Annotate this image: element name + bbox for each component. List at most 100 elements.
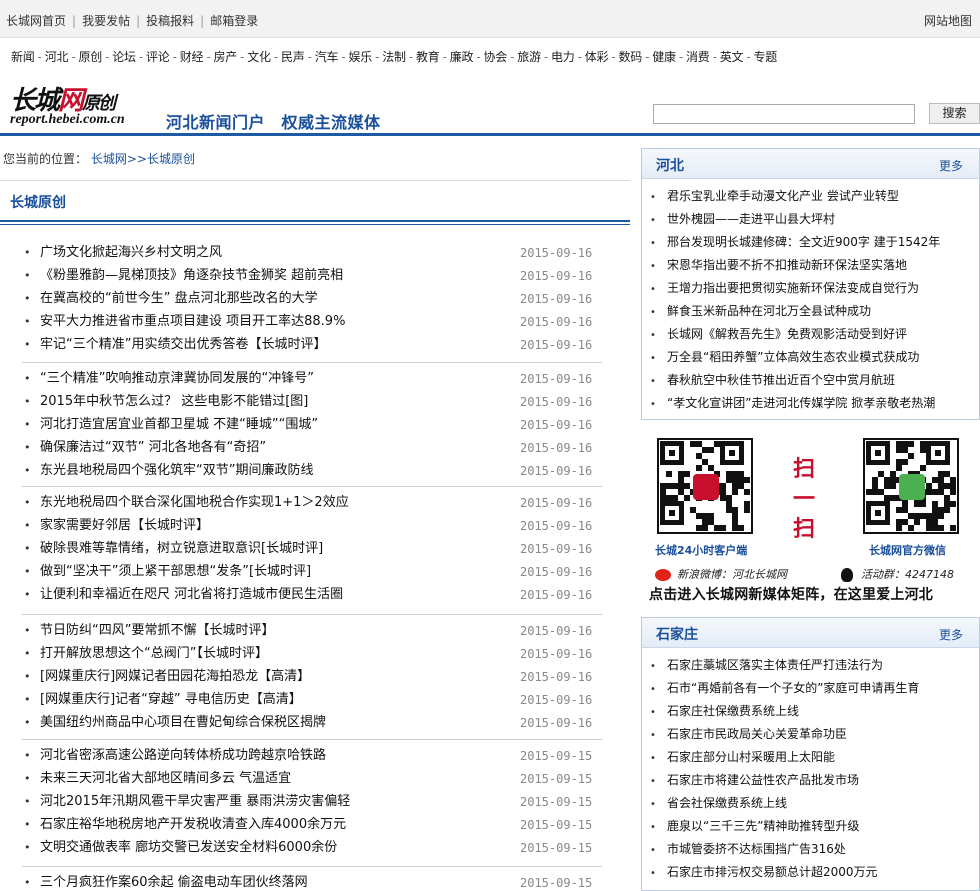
side-news-title[interactable]: “孝文化宣讲团”走进河北传媒学院 掀孝亲敬老热潮 — [667, 396, 935, 410]
nav-item[interactable]: 河北 — [45, 50, 69, 64]
hebei-more-link[interactable]: 更多 — [939, 157, 963, 174]
nav-item[interactable]: 健康 — [652, 50, 676, 64]
news-title[interactable]: 河北2015年汛期风雹干旱灾害严重 暴雨洪涝灾害偏轻 — [40, 791, 350, 813]
news-item[interactable]: • 节日防纠“四风”要常抓不懈【长城时评】 2015-09-16 — [24, 620, 604, 642]
side-news-title[interactable]: 石家庄市排污权交易额总计超2000万元 — [667, 865, 878, 879]
news-title[interactable]: 三个月疯狂作案60余起 偷盗电动车团伙终落网 — [40, 872, 308, 891]
side-news-item[interactable]: • 万全县“稻田养蟹”立体高效生态农业模式获成功 — [650, 346, 919, 368]
news-title[interactable]: 文明交通做表率 廊坊交警已发送安全材料6000余份 — [40, 837, 337, 859]
news-item[interactable]: • 河北省密涿高速公路逆向转体桥成功跨越京哈铁路 2015-09-15 — [24, 745, 604, 767]
side-news-item[interactable]: • 石家庄市民政局关心关爱革命功臣 — [650, 723, 847, 745]
news-item[interactable]: • 做到“坚决干”须上紧干部思想“发条”[长城时评] 2015-09-16 — [24, 561, 604, 583]
sjz-more-link[interactable]: 更多 — [939, 626, 963, 643]
hebei-box-title[interactable]: 河北 — [656, 155, 684, 175]
search-button[interactable]: 搜索 — [929, 103, 980, 124]
news-item[interactable]: • 家家需要好邻居【长城时评】 2015-09-16 — [24, 515, 604, 537]
news-item[interactable]: • 未来三天河北省大部地区晴间多云 气温适宜 2015-09-15 — [24, 768, 604, 790]
side-news-item[interactable]: • 长城网《解救吾先生》免费观影活动受到好评 — [650, 323, 907, 345]
top-link-submit[interactable]: 投稿报料 — [146, 14, 194, 28]
news-item[interactable]: • 东光县地税局四个强化筑牢“双节”期间廉政防线 2015-09-16 — [24, 460, 604, 482]
news-item[interactable]: • 2015年中秋节怎么过？ 这些电影不能错过[图] 2015-09-16 — [24, 391, 604, 413]
news-item[interactable]: • 确保廉洁过“双节” 河北各地各有“奇招” 2015-09-16 — [24, 437, 604, 459]
search-input[interactable] — [653, 104, 915, 124]
news-item[interactable]: • 破除畏难等靠情绪，树立锐意进取意识[长城时评] 2015-09-16 — [24, 538, 604, 560]
news-title[interactable]: [网媒重庆行]网媒记者田园花海拍恐龙【高清】 — [40, 666, 310, 688]
side-news-item[interactable]: • 石市“再婚前各有一个子女的”家庭可申请再生育 — [650, 677, 919, 699]
site-logo[interactable]: 长城网原创 report.hebei.com.cn — [10, 80, 155, 128]
side-news-item[interactable]: • 鲜食玉米新品种在河北万全县试种成功 — [650, 300, 871, 322]
nav-item[interactable]: 文化 — [247, 50, 271, 64]
sjz-box-title[interactable]: 石家庄 — [656, 624, 698, 644]
side-news-item[interactable]: • “孝文化宣讲团”走进河北传媒学院 掀孝亲敬老热潮 — [650, 392, 935, 414]
side-news-title[interactable]: 石家庄市将建公益性农产品批发市场 — [667, 773, 859, 787]
nav-item[interactable]: 新闻 — [11, 50, 35, 64]
news-item[interactable]: • 河北打造宜居宜业首都卫星城 不建“睡城”“围城” 2015-09-16 — [24, 414, 604, 436]
news-title[interactable]: 东光地税局四个联合深化国地税合作实现1+1＞2效应 — [40, 492, 349, 514]
nav-item[interactable]: 协会 — [484, 50, 508, 64]
side-news-title[interactable]: 石家庄藁城区落实主体责任严打违法行为 — [667, 658, 883, 672]
side-news-item[interactable]: • 君乐宝乳业牵手动漫文化产业 尝试产业转型 — [650, 185, 899, 207]
news-item[interactable]: • 河北2015年汛期风雹干旱灾害严重 暴雨洪涝灾害偏轻 2015-09-15 — [24, 791, 604, 813]
news-title[interactable]: 打开解放思想这个“总阀门”【长城时评】 — [40, 643, 268, 665]
side-news-title[interactable]: 君乐宝乳业牵手动漫文化产业 尝试产业转型 — [667, 189, 899, 203]
news-title[interactable]: 河北省密涿高速公路逆向转体桥成功跨越京哈铁路 — [40, 745, 326, 767]
news-title[interactable]: 破除畏难等靠情绪，树立锐意进取意识[长城时评] — [40, 538, 323, 560]
news-title[interactable]: 安平大力推进省市重点项目建设 项目开工率达88.9% — [40, 311, 345, 333]
nav-item[interactable]: 民声 — [281, 50, 305, 64]
side-news-title[interactable]: 万全县“稻田养蟹”立体高效生态农业模式获成功 — [667, 350, 919, 364]
side-news-title[interactable]: 省会社保缴费系统上线 — [667, 796, 787, 810]
nav-item[interactable]: 电力 — [551, 50, 575, 64]
side-news-item[interactable]: • 鹿泉以“三千三先”精神助推转型升级 — [650, 815, 859, 837]
news-item[interactable]: • 《粉墨雅韵—晁梯顶技》角逐杂技节金狮奖 超前亮相 2015-09-16 — [24, 265, 604, 287]
news-item[interactable]: • [网媒重庆行]记者“穿越” 寻电信历史【高清】 2015-09-16 — [24, 689, 604, 711]
side-news-item[interactable]: • 春秋航空中秋佳节推出近百个空中赏月航班 — [650, 369, 895, 391]
news-title[interactable]: 未来三天河北省大部地区晴间多云 气温适宜 — [40, 768, 291, 790]
side-news-title[interactable]: 春秋航空中秋佳节推出近百个空中赏月航班 — [667, 373, 895, 387]
top-link-home[interactable]: 长城网首页 — [6, 14, 66, 28]
nav-item[interactable]: 原创 — [79, 50, 103, 64]
news-title[interactable]: 河北打造宜居宜业首都卫星城 不建“睡城”“围城” — [40, 414, 318, 436]
side-news-title[interactable]: 世外槐园——走进平山县大坪村 — [667, 212, 835, 226]
side-news-item[interactable]: • 石家庄部分山村采暖用上太阳能 — [650, 746, 835, 768]
news-title[interactable]: 家家需要好邻居【长城时评】 — [40, 515, 209, 537]
top-link-mail[interactable]: 邮箱登录 — [210, 14, 258, 28]
news-item[interactable]: • 让便利和幸福近在咫尺 河北省将打造城市便民生活圈 2015-09-16 — [24, 584, 604, 606]
nav-item[interactable]: 汽车 — [315, 50, 339, 64]
news-title[interactable]: 美国纽约州商品中心项目在曹妃甸综合保税区揭牌 — [40, 712, 326, 734]
nav-item[interactable]: 法制 — [382, 50, 406, 64]
news-title[interactable]: 石家庄裕华地税房地产开发税收清查入库4000余万元 — [40, 814, 346, 836]
side-news-title[interactable]: 石市“再婚前各有一个子女的”家庭可申请再生育 — [667, 681, 919, 695]
side-news-item[interactable]: • 宋恩华指出要不折不扣推动新环保法坚实落地 — [650, 254, 907, 276]
breadcrumb-path[interactable]: 长城网>>长城原创 — [91, 152, 195, 166]
news-item[interactable]: • 文明交通做表率 廊坊交警已发送安全材料6000余份 2015-09-15 — [24, 837, 604, 859]
nav-item[interactable]: 论坛 — [112, 50, 136, 64]
nav-item[interactable]: 专题 — [754, 50, 778, 64]
news-title[interactable]: 广场文化掀起海兴乡村文明之风 — [40, 242, 222, 264]
nav-item[interactable]: 廉政 — [450, 50, 474, 64]
side-news-item[interactable]: • 省会社保缴费系统上线 — [650, 792, 787, 814]
news-item[interactable]: • 三个月疯狂作案60余起 偷盗电动车团伙终落网 2015-09-15 — [24, 872, 604, 891]
news-item[interactable]: • 美国纽约州商品中心项目在曹妃甸综合保税区揭牌 2015-09-16 — [24, 712, 604, 734]
side-news-item[interactable]: • 世外槐园——走进平山县大坪村 — [650, 208, 835, 230]
side-news-title[interactable]: 鲜食玉米新品种在河北万全县试种成功 — [667, 304, 871, 318]
news-item[interactable]: • 牢记“三个精准”用实绩交出优秀答卷【长城时评】 2015-09-16 — [24, 334, 604, 356]
news-item[interactable]: • 广场文化掀起海兴乡村文明之风 2015-09-16 — [24, 242, 604, 264]
side-news-item[interactable]: • 石家庄市将建公益性农产品批发市场 — [650, 769, 859, 791]
news-item[interactable]: • 东光地税局四个联合深化国地税合作实现1+1＞2效应 2015-09-16 — [24, 492, 604, 514]
news-item[interactable]: • [网媒重庆行]网媒记者田园花海拍恐龙【高清】 2015-09-16 — [24, 666, 604, 688]
news-title[interactable]: 让便利和幸福近在咫尺 河北省将打造城市便民生活圈 — [40, 584, 343, 606]
nav-item[interactable]: 体彩 — [585, 50, 609, 64]
news-title[interactable]: 节日防纠“四风”要常抓不懈【长城时评】 — [40, 620, 274, 642]
news-item[interactable]: • 打开解放思想这个“总阀门”【长城时评】 2015-09-16 — [24, 643, 604, 665]
news-title[interactable]: [网媒重庆行]记者“穿越” 寻电信历史【高清】 — [40, 689, 302, 711]
top-link-post[interactable]: 我要发帖 — [82, 14, 130, 28]
side-news-title[interactable]: 市城管委挤不达标围挡广告316处 — [667, 842, 846, 856]
news-title[interactable]: 牢记“三个精准”用实绩交出优秀答卷【长城时评】 — [40, 334, 326, 356]
news-title[interactable]: 做到“坚决干”须上紧干部思想“发条”[长城时评] — [40, 561, 311, 583]
side-news-title[interactable]: 邢台发现明长城建修碑：全文近900字 建于1542年 — [667, 235, 940, 249]
sitemap-link[interactable]: 网站地图 — [924, 12, 972, 29]
new-media-banner[interactable]: 扫一扫 长城24小时客户端 长城网官方微信 新浪微博：河北长城网 活动群：424… — [641, 426, 980, 608]
nav-item[interactable]: 财经 — [180, 50, 204, 64]
nav-item[interactable]: 旅游 — [517, 50, 541, 64]
news-title[interactable]: “三个精准”吹响推动京津冀协同发展的“冲锋号” — [40, 368, 314, 390]
